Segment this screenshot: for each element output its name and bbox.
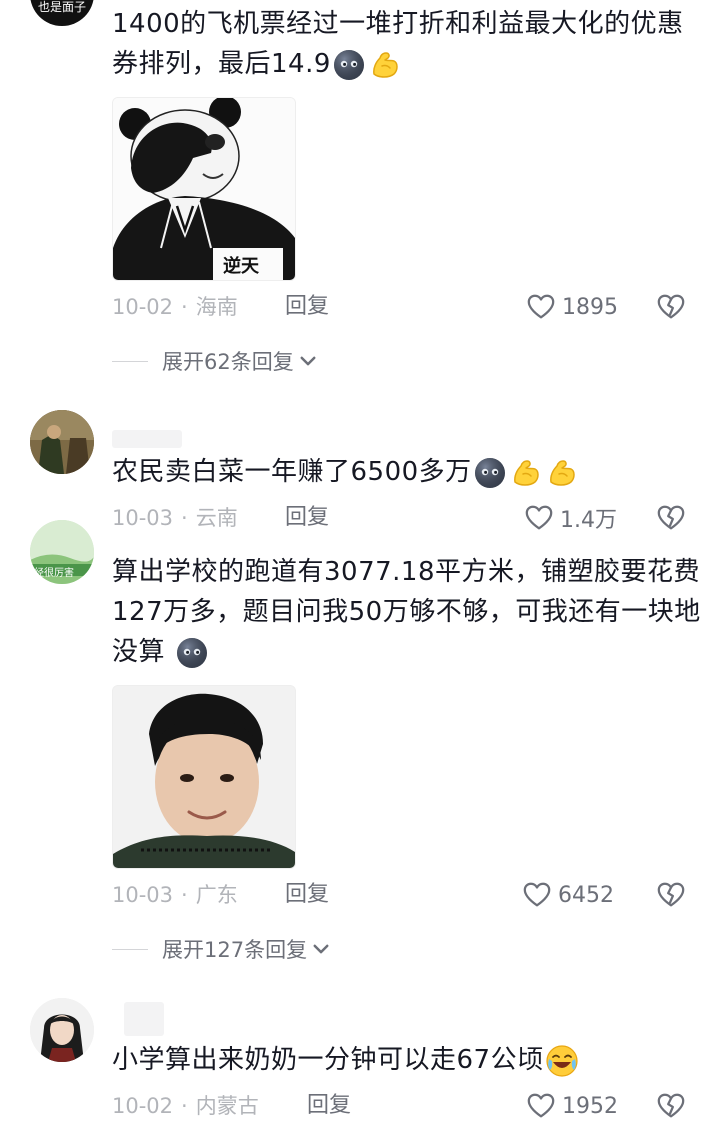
username-placeholder[interactable] — [112, 430, 182, 448]
comment-meta: 10-03 · 云南 — [112, 503, 238, 533]
expand-label: 展开62条回复 — [162, 350, 294, 374]
reply-button[interactable]: 回复 — [285, 503, 329, 533]
broken-heart-icon[interactable] — [656, 292, 686, 322]
flexed-arm-emoji-icon — [509, 456, 543, 490]
like-button[interactable]: 1952 — [526, 1091, 618, 1121]
comment-date: 10-02 — [112, 1094, 174, 1118]
comment-meta: 10-03 · 广东 — [112, 880, 238, 910]
broken-heart-icon[interactable] — [656, 880, 686, 910]
chevron-down-icon — [311, 939, 331, 959]
comment-date: 10-03 — [112, 506, 174, 530]
like-button[interactable]: 6452 — [522, 880, 614, 910]
avatar-text: 经很厉害 — [34, 568, 74, 579]
avatar[interactable] — [30, 998, 94, 1062]
broken-heart-icon[interactable] — [656, 503, 686, 533]
comment-date: 10-03 — [112, 883, 174, 907]
comment-text-content: 农民卖白菜一年赚了6500多万 — [112, 457, 472, 487]
like-button[interactable]: 1895 — [526, 292, 618, 322]
laughing-crying-emoji-icon — [545, 1044, 579, 1078]
comment-text[interactable]: 农民卖白菜一年赚了6500多万 — [112, 452, 702, 492]
avatar[interactable]: 经很厉害 — [30, 520, 94, 584]
expand-replies-button[interactable]: 展开127条回复 — [112, 934, 331, 964]
reply-button[interactable]: 回复 — [307, 1091, 351, 1121]
dark-face-emoji-icon — [332, 48, 366, 82]
avatar-text: 也是面子 — [37, 0, 86, 14]
heart-outline-icon — [526, 292, 556, 322]
comment-text[interactable]: 算出学校的跑道有3077.18平方米，铺塑胶要花费127万多，题目问我50万够不… — [112, 552, 702, 672]
comment-text[interactable]: 1400的飞机票经过一堆打折和利益最大化的优惠券排列，最后14.9 — [112, 4, 702, 84]
like-count: 1895 — [562, 294, 618, 320]
sticker-caption: 逆天 — [223, 256, 259, 277]
comment-meta: 10-02 · 海南 — [112, 292, 238, 322]
like-count: 6452 — [558, 882, 614, 908]
like-count: 1.4万 — [560, 508, 617, 533]
heart-outline-icon — [524, 503, 554, 533]
meta-separator: · — [181, 506, 188, 530]
username-placeholder[interactable] — [124, 1002, 164, 1036]
panda-sticker-image[interactable]: 逆天 — [112, 97, 296, 281]
heart-outline-icon — [526, 1091, 556, 1121]
chevron-down-icon — [298, 351, 318, 371]
avatar[interactable] — [30, 410, 94, 474]
broken-heart-icon[interactable] — [656, 1091, 686, 1121]
expand-divider — [112, 360, 148, 362]
like-button[interactable]: 1.4万 — [524, 503, 617, 533]
comment-location: 海南 — [195, 295, 238, 319]
meta-separator: · — [181, 883, 188, 907]
expand-label: 展开127条回复 — [162, 938, 308, 962]
comment-text[interactable]: 小学算出来奶奶一分钟可以走67公顷 — [112, 1040, 702, 1080]
expand-divider — [112, 948, 148, 950]
avatar[interactable]: 也是面子 — [30, 0, 94, 26]
reply-button[interactable]: 回复 — [285, 292, 329, 322]
meta-separator: · — [181, 1094, 188, 1118]
portrait-photo-icon — [113, 686, 295, 868]
avatar-image-icon — [30, 410, 94, 474]
avatar-image-icon — [30, 998, 94, 1062]
meta-separator: · — [181, 295, 188, 319]
comment-location: 内蒙古 — [195, 1094, 259, 1118]
comment-meta: 10-02 · 内蒙古 — [112, 1091, 259, 1121]
dark-face-emoji-icon — [473, 456, 507, 490]
heart-outline-icon — [522, 880, 552, 910]
comment-location: 云南 — [195, 506, 238, 530]
expand-replies-button[interactable]: 展开62条回复 — [112, 346, 318, 376]
comment-location: 广东 — [195, 883, 238, 907]
flexed-arm-emoji-icon — [545, 456, 579, 490]
comment-date: 10-02 — [112, 295, 174, 319]
flexed-arm-emoji-icon — [368, 48, 402, 82]
reply-button[interactable]: 回复 — [285, 880, 329, 910]
dark-face-emoji-icon — [175, 636, 209, 670]
like-count: 1952 — [562, 1093, 618, 1119]
panda-meme-icon — [113, 98, 295, 280]
photo-image[interactable] — [112, 685, 296, 869]
comment-text-content: 小学算出来奶奶一分钟可以走67公顷 — [112, 1045, 544, 1075]
